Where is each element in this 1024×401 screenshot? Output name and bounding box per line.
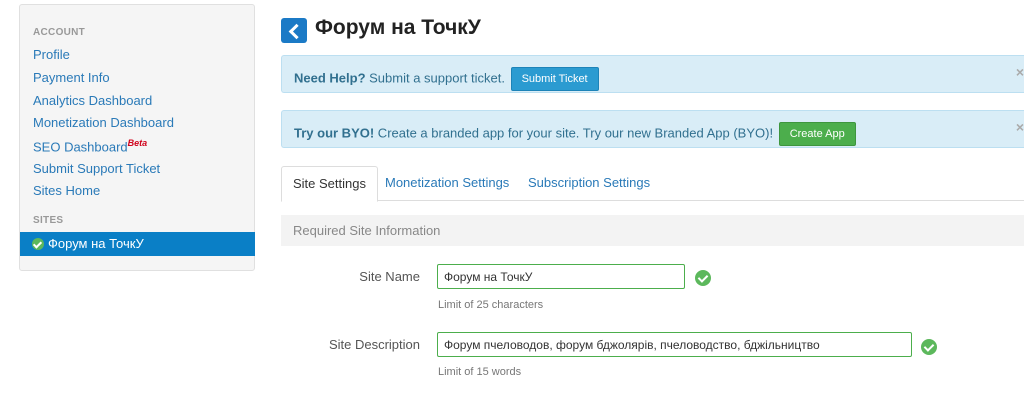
- sites-heading: SITES: [33, 215, 64, 226]
- account-heading: ACCOUNT: [33, 27, 86, 38]
- site-description-label: Site Description: [328, 337, 420, 352]
- sidebar-item-payment-info[interactable]: Payment Info: [33, 70, 110, 85]
- byo-alert: Try our BYO! Create a branded app for yo…: [281, 110, 1024, 148]
- settings-tabs: Site Settings Monetization Settings Subs…: [281, 166, 1024, 202]
- site-description-help: Limit of 15 words: [438, 366, 522, 378]
- site-description-input[interactable]: [437, 332, 912, 357]
- submit-ticket-button[interactable]: Submit Ticket: [510, 67, 599, 91]
- byo-alert-strong: Try our BYO!: [294, 125, 375, 141]
- site-name-input[interactable]: [437, 264, 685, 289]
- beta-badge: Beta: [127, 138, 148, 148]
- sidebar-item-submit-support-ticket[interactable]: Submit Support Ticket: [33, 161, 160, 176]
- check-icon: [32, 238, 44, 250]
- site-name-help: Limit of 25 characters: [438, 299, 544, 311]
- sidebar: ACCOUNT Profile Payment Info Analytics D…: [19, 4, 255, 271]
- sidebar-item-analytics-dashboard[interactable]: Analytics Dashboard: [33, 93, 152, 108]
- tab-site-settings[interactable]: Site Settings: [281, 166, 378, 202]
- help-alert-strong: Need Help?: [294, 70, 366, 86]
- byo-alert-text: Create a branded app for your site. Try …: [374, 125, 774, 141]
- sidebar-item-profile[interactable]: Profile: [33, 47, 70, 62]
- active-site-label: Форум на ТочкУ: [48, 236, 144, 251]
- sidebar-item-monetization-dashboard[interactable]: Monetization Dashboard: [33, 115, 174, 130]
- help-alert-text: Submit a support ticket.: [365, 70, 505, 86]
- sidebar-item-sites-home[interactable]: Sites Home: [33, 183, 100, 198]
- create-app-button[interactable]: Create App: [778, 122, 856, 146]
- check-icon: [695, 270, 711, 286]
- back-button[interactable]: [281, 18, 307, 43]
- sidebar-item-label: SEO Dashboard: [33, 139, 128, 155]
- sidebar-item-seo-dashboard[interactable]: SEO DashboardBeta: [33, 138, 147, 154]
- help-alert: Need Help? Submit a support ticket. Subm…: [281, 55, 1024, 93]
- section-title: Required Site Information: [281, 215, 1024, 246]
- site-name-label: Site Name: [359, 269, 420, 284]
- sidebar-item-active-site[interactable]: Форум на ТочкУ: [20, 232, 255, 256]
- page-title: Форум на ТочкУ: [315, 16, 481, 39]
- check-icon: [921, 339, 937, 355]
- close-icon[interactable]: ×: [1016, 119, 1024, 135]
- tab-subscription-settings[interactable]: Subscription Settings: [528, 166, 650, 201]
- tab-monetization-settings[interactable]: Monetization Settings: [385, 166, 509, 201]
- close-icon[interactable]: ×: [1016, 64, 1024, 80]
